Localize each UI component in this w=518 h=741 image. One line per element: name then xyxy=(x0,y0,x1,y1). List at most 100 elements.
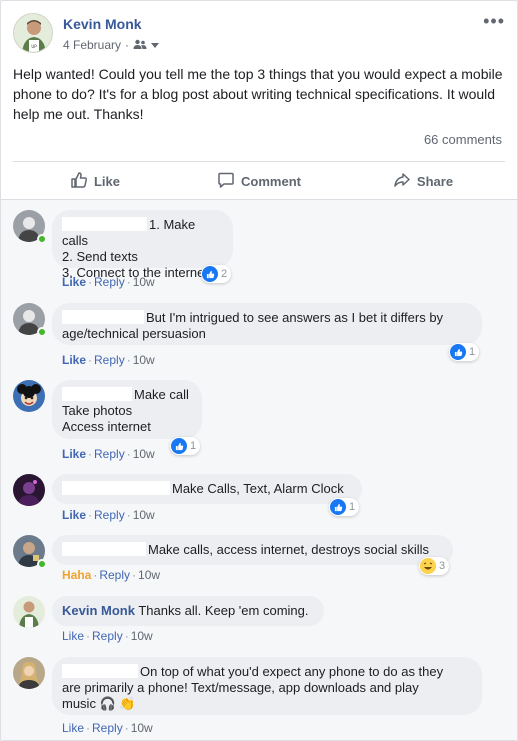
comment-text-line: music 🎧 👏 xyxy=(62,696,136,711)
comment-like-link[interactable]: Like xyxy=(62,629,84,643)
comment-item: But I'm intrigued to see answers as I be… xyxy=(13,303,507,373)
divider xyxy=(13,161,505,162)
comment-text-line: Thanks all. Keep 'em coming. xyxy=(138,603,309,618)
post-author-name[interactable]: Kevin Monk xyxy=(63,16,142,32)
redacted-name xyxy=(62,481,170,495)
comment-text-line: Make calls, access internet, destroys so… xyxy=(148,542,430,557)
comment-reply-link[interactable]: Reply xyxy=(92,721,123,735)
comment-item: Make call Take photos Access internet 1 … xyxy=(13,380,507,462)
comment-time[interactable]: 10w xyxy=(133,353,155,367)
comments-section: 1. Make calls 2. Send texts 3. Connect t… xyxy=(1,199,517,740)
reaction-summary[interactable]: 2 xyxy=(201,265,232,283)
comment-time[interactable]: 10w xyxy=(138,568,160,582)
online-status-dot xyxy=(37,559,47,569)
comment-reply-link[interactable]: Reply xyxy=(94,508,125,522)
comment-item: Make calls, access internet, destroys so… xyxy=(13,535,507,587)
comment-actions: Like · Reply · 10w xyxy=(62,353,155,367)
comment-reply-link[interactable]: Reply xyxy=(92,629,123,643)
comment-bubble: Kevin Monk Thanks all. Keep 'em coming. xyxy=(52,596,324,626)
redacted-name xyxy=(62,387,132,401)
reaction-summary[interactable]: 1 xyxy=(329,498,360,516)
reaction-count: 1 xyxy=(349,501,356,513)
comment-bubble: Make Calls, Text, Alarm Clock xyxy=(52,474,362,504)
comment-actions: Like · Reply · 10w xyxy=(62,721,153,735)
post-actions-bar: Like Comment Share xyxy=(13,163,505,199)
comment-text-line: age/technical persuasion xyxy=(62,326,206,341)
share-button-label: Share xyxy=(416,173,454,189)
comment-like-link[interactable]: Like xyxy=(62,275,86,289)
post-date[interactable]: 4 February xyxy=(63,38,121,52)
comment-item: On top of what you'd expect any phone to… xyxy=(13,657,507,740)
post-header: UP Kevin Monk 4 February · ••• xyxy=(13,12,505,57)
comment-button-label: Comment xyxy=(241,173,301,189)
svg-text:UP: UP xyxy=(31,44,37,49)
comment-text-line: are primarily a phone! Text/message, app… xyxy=(62,680,419,695)
comment-like-link[interactable]: Like xyxy=(62,353,86,367)
comment-bubble: Make call Take photos Access internet xyxy=(52,380,202,439)
author-avatar[interactable]: UP xyxy=(13,13,53,53)
reaction-count: 3 xyxy=(439,560,446,572)
comment-time[interactable]: 10w xyxy=(133,275,155,289)
more-options-icon[interactable]: ••• xyxy=(483,12,505,30)
comment-reply-link[interactable]: Reply xyxy=(94,447,125,461)
chevron-down-icon[interactable] xyxy=(151,38,160,52)
comment-time[interactable]: 10w xyxy=(131,629,153,643)
comment-time[interactable]: 10w xyxy=(131,721,153,735)
redacted-name xyxy=(62,310,144,324)
comment-time[interactable]: 10w xyxy=(133,447,155,461)
commenter-avatar[interactable] xyxy=(13,380,45,412)
comment-text-line: Take photos xyxy=(62,403,133,418)
reaction-summary[interactable]: 1 xyxy=(170,437,201,455)
like-reaction-icon xyxy=(450,344,466,360)
commenter-avatar[interactable] xyxy=(13,596,45,628)
comment-reply-link[interactable]: Reply xyxy=(94,275,125,289)
meta-separator: · xyxy=(125,38,130,52)
comment-bubble: On top of what you'd expect any phone to… xyxy=(52,657,482,715)
comment-like-link[interactable]: Like xyxy=(62,447,86,461)
post-body-text: Help wanted! Could you tell me the top 3… xyxy=(13,66,503,122)
comment-reply-link[interactable]: Reply xyxy=(99,568,130,582)
like-button-label: Like xyxy=(93,173,120,189)
commenter-avatar[interactable] xyxy=(13,474,45,506)
comment-actions: Haha · Reply · 10w xyxy=(62,568,161,582)
friends-icon[interactable] xyxy=(133,38,147,52)
comment-text-line: Make Calls, Text, Alarm Clock xyxy=(172,481,344,496)
haha-reaction-icon xyxy=(420,558,436,574)
comment-actions: Like · Reply · 10w xyxy=(62,275,155,289)
thumbs-up-icon xyxy=(70,171,88,192)
comment-reply-link[interactable]: Reply xyxy=(94,353,125,367)
comment-bubble: But I'm intrigued to see answers as I be… xyxy=(52,303,482,345)
comment-text-line: Access internet xyxy=(62,419,151,434)
speech-bubble-icon xyxy=(217,171,235,192)
comment-item: Kevin Monk Thanks all. Keep 'em coming. … xyxy=(13,596,507,646)
reaction-count: 1 xyxy=(190,440,197,452)
comment-actions: Like · Reply · 10w xyxy=(62,629,153,643)
comment-like-link[interactable]: Like xyxy=(62,508,86,522)
comment-item: Make Calls, Text, Alarm Clock 1 Like · Rep… xyxy=(13,474,507,526)
commenter-avatar[interactable] xyxy=(13,657,45,689)
reaction-count: 2 xyxy=(221,268,228,280)
online-status-dot xyxy=(37,234,47,244)
comments-count-link[interactable]: 66 comments xyxy=(424,132,502,147)
comment-text-line: Make call xyxy=(134,387,189,402)
share-arrow-icon xyxy=(393,171,411,192)
redacted-name xyxy=(62,217,147,231)
share-button[interactable]: Share xyxy=(341,163,505,199)
post-card: UP Kevin Monk 4 February · ••• Help want… xyxy=(0,0,518,741)
comment-bubble: Make calls, access internet, destroys so… xyxy=(52,535,453,565)
commenter-name[interactable]: Kevin Monk xyxy=(62,603,135,618)
redacted-name xyxy=(62,664,138,678)
comment-haha-link[interactable]: Haha xyxy=(62,568,91,582)
reaction-summary[interactable]: 3 xyxy=(419,557,450,575)
comment-time[interactable]: 10w xyxy=(133,508,155,522)
comment-actions: Like · Reply · 10w xyxy=(62,508,155,522)
comment-item: 1. Make calls 2. Send texts 3. Connect t… xyxy=(13,210,507,290)
comment-button[interactable]: Comment xyxy=(177,163,341,199)
like-reaction-icon xyxy=(202,266,218,282)
reaction-summary[interactable]: 1 xyxy=(449,343,480,361)
online-status-dot xyxy=(37,327,47,337)
reaction-count: 1 xyxy=(469,346,476,358)
like-button[interactable]: Like xyxy=(13,163,177,199)
comment-like-link[interactable]: Like xyxy=(62,721,84,735)
comment-bubble: 1. Make calls 2. Send texts 3. Connect t… xyxy=(52,210,233,280)
